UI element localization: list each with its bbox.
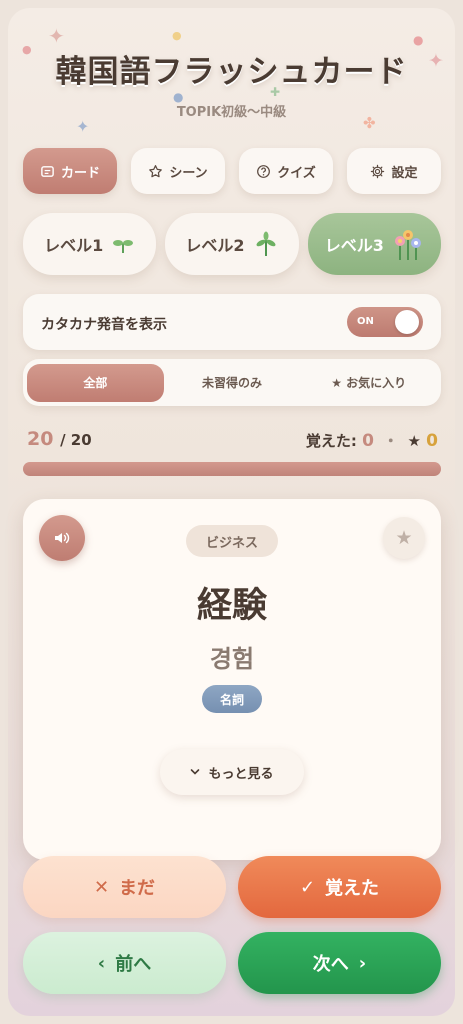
seedling-icon — [256, 231, 276, 256]
total-count: / 20 — [60, 431, 92, 449]
star-outline-icon — [149, 164, 163, 177]
prev-button[interactable]: ‹ 前へ — [23, 932, 226, 994]
sparkle-icon: ✦ — [48, 24, 65, 48]
filter-segmented: 全部 未習得のみ ★ お気に入り — [23, 359, 441, 406]
question-circle-icon — [257, 164, 271, 178]
stats-separator: ・ — [383, 432, 399, 450]
not-yet-label: まだ — [119, 878, 156, 899]
next-button[interactable]: 次へ › — [238, 932, 441, 994]
toggle-state: ON — [357, 316, 374, 327]
flashcard[interactable]: ビジネス ★ 経験 경험 名詞 もっと見る — [23, 499, 441, 860]
tab-settings[interactable]: 設定 — [347, 148, 441, 194]
gear-icon — [371, 164, 385, 178]
level-2-button[interactable]: レベル2 — [165, 213, 299, 275]
katakana-toggle-switch[interactable]: ON — [347, 307, 423, 337]
level-3-button[interactable]: レベル3 — [307, 213, 441, 275]
favorite-button[interactable]: ★ — [383, 517, 425, 559]
flowers-icon — [394, 230, 421, 260]
app-subtitle: TOPIK初級〜中級 — [176, 105, 287, 120]
card-word: 経験 — [196, 586, 267, 626]
next-label: 次へ — [312, 954, 349, 975]
filter-unlearned[interactable]: 未習得のみ — [164, 364, 301, 402]
tab-scene[interactable]: シーン — [131, 148, 225, 194]
prev-label: 前へ — [115, 954, 152, 975]
tab-quiz[interactable]: クイズ — [239, 148, 333, 194]
not-yet-button[interactable]: ✕ まだ — [23, 856, 226, 918]
speaker-icon — [55, 532, 70, 544]
tab-label: カード — [60, 165, 100, 181]
tab-label: クイズ — [277, 165, 316, 181]
current-index: 20 — [27, 428, 54, 450]
learned-button[interactable]: ✓ 覚えた — [238, 856, 441, 918]
level-label: レベル3 — [324, 236, 384, 255]
level-label: レベル2 — [185, 236, 245, 255]
tab-card[interactable]: カード — [23, 148, 117, 194]
tab-label: 設定 — [391, 165, 418, 181]
katakana-toggle-row: カタカナ発音を表示 ON — [23, 294, 441, 350]
sprout-icon — [113, 240, 134, 253]
favorite-count: 0 — [426, 431, 438, 451]
tab-label: シーン — [169, 165, 208, 181]
filter-favorites[interactable]: ★ お気に入り — [300, 364, 437, 402]
progress-fill — [23, 462, 441, 476]
show-more-label: もっと見る — [208, 766, 274, 782]
sparkle-icon: ● — [413, 33, 424, 47]
level-1-button[interactable]: レベル1 — [23, 213, 157, 275]
katakana-toggle-label: カタカナ発音を表示 — [41, 317, 167, 333]
learned-label: 覚えた: — [305, 432, 357, 450]
learned-count: 0 — [362, 431, 374, 451]
learned-label: 覚えた — [325, 878, 380, 899]
close-icon: ✕ — [93, 876, 110, 898]
star-icon: ★ — [395, 527, 413, 549]
level-selector: レベル1 レベル2 レベル3 — [23, 213, 441, 275]
card-counter: 20 / 20 — [27, 428, 92, 450]
main-tabs: カード シーン クイズ 設定 — [23, 148, 441, 194]
chevron-right-icon: › — [358, 952, 367, 974]
check-icon: ✓ — [299, 876, 316, 898]
card-icon — [41, 165, 54, 177]
favorite-star-icon: ★ — [407, 432, 421, 450]
level-label: レベル1 — [44, 236, 104, 255]
stats: 覚えた: 0 ・ ★ 0 — [306, 430, 438, 451]
filter-all[interactable]: 全部 — [27, 363, 164, 402]
sparkle-icon: ● — [172, 29, 182, 42]
card-korean: 경험 — [209, 645, 255, 673]
chevron-left-icon: ‹ — [97, 952, 106, 974]
app-title: 韓国語フラッシュカード — [55, 54, 408, 90]
category-badge: ビジネス — [186, 525, 278, 557]
show-more-button[interactable]: もっと見る — [160, 749, 304, 795]
sparkle-icon: ✦ — [76, 117, 90, 136]
toggle-knob — [395, 310, 419, 334]
part-of-speech-badge: 名詞 — [202, 685, 262, 713]
chevron-down-icon — [191, 769, 200, 775]
progress-bar — [23, 462, 441, 476]
speaker-button[interactable] — [39, 515, 85, 561]
